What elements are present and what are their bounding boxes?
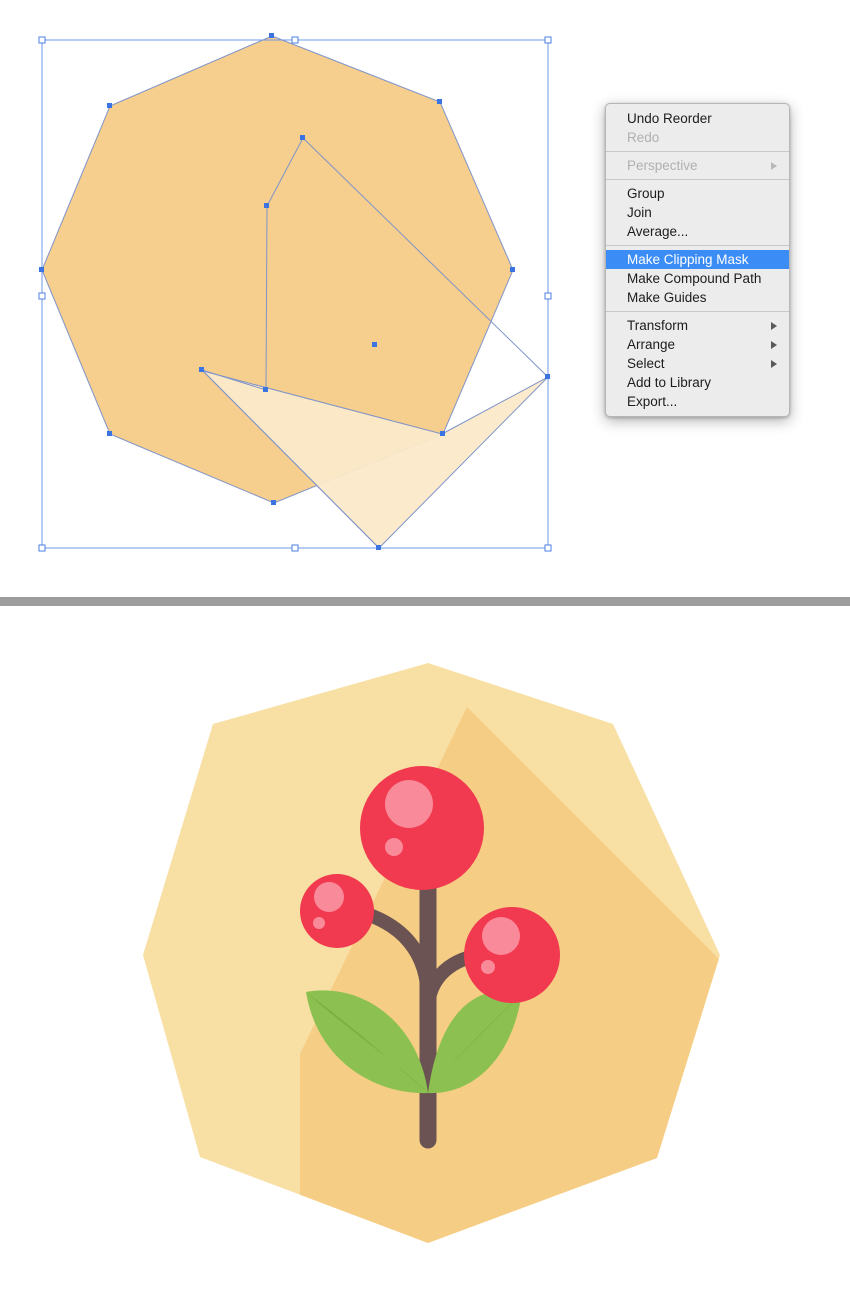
bbox-handle-ml[interactable] (38, 292, 46, 300)
top-berry-highlight-large (385, 780, 433, 828)
anchor-point[interactable] (376, 545, 381, 550)
anchor-point[interactable] (510, 267, 515, 272)
chevron-right-icon (771, 321, 777, 330)
section-divider (0, 597, 850, 606)
anchor-point[interactable] (264, 203, 269, 208)
menu-item-average[interactable]: Average... (606, 222, 789, 241)
menu-group: Undo Reorder Redo (606, 108, 789, 148)
menu-item-make-compound-path[interactable]: Make Compound Path (606, 269, 789, 288)
anchor-point[interactable] (269, 33, 274, 38)
menu-item-transform[interactable]: Transform (606, 316, 789, 335)
menu-group: Transform Arrange Select Add to Library Expo… (606, 315, 789, 412)
anchor-point[interactable] (545, 374, 550, 379)
anchor-point[interactable] (300, 135, 305, 140)
menu-item-undo-reorder[interactable]: Undo Reorder (606, 109, 789, 128)
menu-item-perspective: Perspective (606, 156, 789, 175)
bbox-handle-bl[interactable] (38, 544, 46, 552)
menu-item-add-to-library[interactable]: Add to Library (606, 373, 789, 392)
menu-item-redo: Redo (627, 130, 660, 145)
menu-separator (606, 179, 789, 180)
menu-item-select[interactable]: Select (606, 354, 789, 373)
top-berry-highlight-small (385, 838, 403, 856)
anchor-point[interactable] (199, 367, 204, 372)
anchor-point[interactable] (107, 103, 112, 108)
anchor-point[interactable] (440, 431, 445, 436)
menu-group: Group Join Average... (606, 183, 789, 242)
screenshot-root: Undo Reorder Redo Perspective Group Join Aver… (0, 0, 850, 1314)
menu-group: Make Clipping Mask Make Compound Path Make… (606, 249, 789, 308)
menu-group: Perspective (606, 155, 789, 176)
berry-plant-flat-icon (143, 663, 720, 1243)
chevron-right-icon (771, 161, 777, 170)
anchor-point-center[interactable] (372, 342, 377, 347)
menu-separator (606, 151, 789, 152)
anchor-point[interactable] (39, 267, 44, 272)
menu-item-join[interactable]: Join (606, 203, 789, 222)
bbox-handle-br[interactable] (544, 544, 552, 552)
menu-item-group[interactable]: Group (606, 184, 789, 203)
menu-item-export[interactable]: Export... (606, 392, 789, 411)
menu-item-make-guides[interactable]: Make Guides (606, 288, 789, 307)
bbox-handle-tr[interactable] (544, 36, 552, 44)
chevron-right-icon (771, 359, 777, 368)
anchor-point[interactable] (271, 500, 276, 505)
icon-preview-panel (0, 606, 850, 1314)
left-berry-highlight-small (313, 917, 325, 929)
anchor-point[interactable] (263, 387, 268, 392)
anchor-point[interactable] (107, 431, 112, 436)
bbox-handle-mr[interactable] (544, 292, 552, 300)
bbox-handle-tl[interactable] (38, 36, 46, 44)
menu-separator (606, 311, 789, 312)
illustrator-artboard[interactable]: Undo Reorder Redo Perspective Group Join Aver… (0, 0, 850, 597)
anchor-point[interactable] (437, 99, 442, 104)
right-berry-highlight-large (482, 917, 520, 955)
chevron-right-icon (771, 340, 777, 349)
context-menu[interactable]: Undo Reorder Redo Perspective Group Join Aver… (605, 103, 790, 417)
bbox-handle-tm[interactable] (291, 36, 299, 44)
right-berry-highlight-small (481, 960, 495, 974)
bbox-handle-bm[interactable] (291, 544, 299, 552)
menu-separator (606, 245, 789, 246)
menu-item-make-clipping-mask[interactable]: Make Clipping Mask (606, 250, 789, 269)
menu-item-arrange[interactable]: Arrange (606, 335, 789, 354)
left-berry-highlight-large (314, 882, 344, 912)
